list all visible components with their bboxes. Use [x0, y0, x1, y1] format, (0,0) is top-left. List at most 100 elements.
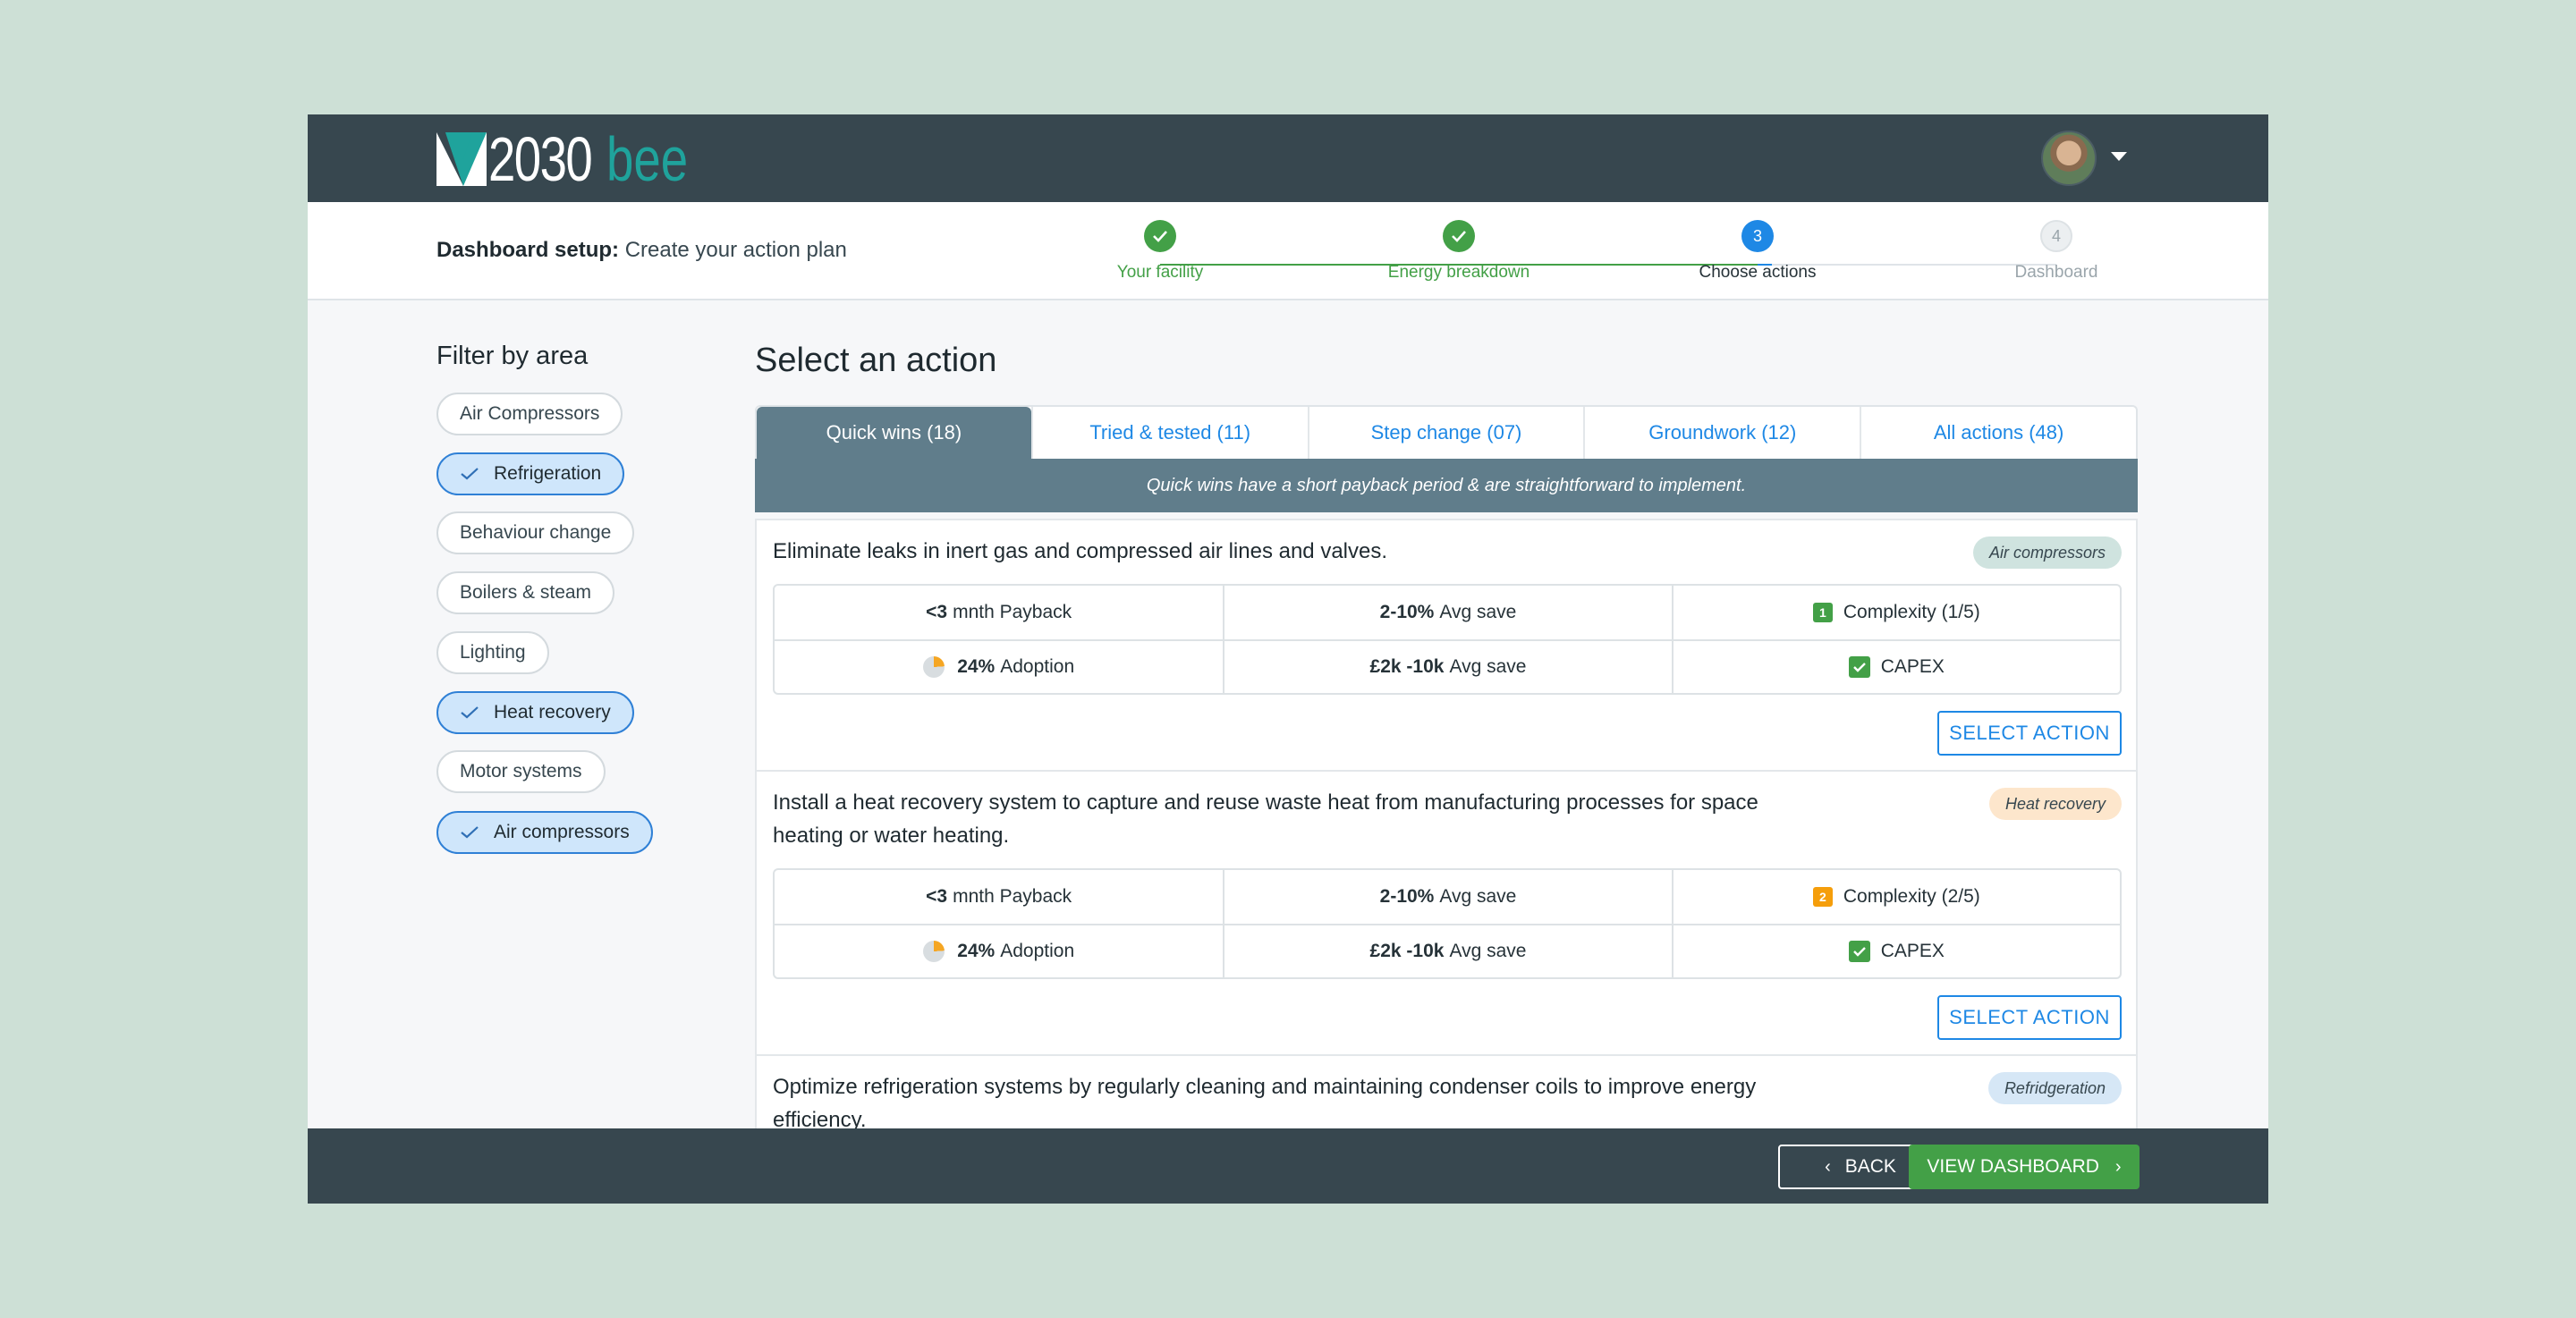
area-tag: Heat recovery [1988, 788, 2122, 820]
chevron-down-icon[interactable] [2111, 152, 2127, 161]
filter-chip-heat-recovery[interactable]: Heat recovery [436, 691, 634, 734]
select-action-button[interactable]: SELECT ACTION [1937, 711, 2122, 756]
filter-chip-lighting[interactable]: Lighting [436, 631, 549, 674]
complexity-badge: 1 [1812, 603, 1833, 622]
step-number: 4 [2040, 220, 2072, 252]
capex-metric: CAPEX [1671, 639, 2120, 693]
metric-value: 2-10% [1379, 602, 1435, 622]
action-title: Optimize refrigeration systems by regula… [773, 1075, 1757, 1132]
select-action-button[interactable]: SELECT ACTION [1937, 995, 2122, 1040]
filter-chip-behaviour-change[interactable]: Behaviour change [436, 511, 635, 554]
payback-metric: <3 mnth Payback [775, 586, 1223, 639]
check-icon [461, 706, 479, 719]
back-button-label: BACK [1844, 1156, 1896, 1177]
view-dashboard-button[interactable]: VIEW DASHBOARD › [1909, 1145, 2140, 1189]
metric-value: £2k -10k [1369, 656, 1445, 677]
setup-title: Dashboard setup: Create your action plan [436, 238, 847, 263]
card-footer: SELECT ACTION [757, 979, 2136, 1054]
metric-value: <3 [926, 602, 948, 622]
filter-chip-air-compressors[interactable]: Air Compressors [436, 393, 623, 435]
brand-number: 2030 [488, 124, 593, 194]
avg-save-money-metric: £2k -10k Avg save [1223, 924, 1672, 977]
chip-label: Behaviour change [460, 522, 612, 543]
view-dashboard-label: VIEW DASHBOARD [1927, 1156, 2099, 1177]
action-title: Install a heat recovery system to captur… [773, 790, 1758, 848]
setup-title-label: Dashboard setup: [436, 238, 620, 262]
metric-label: Avg save [1439, 602, 1517, 622]
metric-label: mnth Payback [953, 602, 1072, 622]
metric-value: £2k -10k [1369, 941, 1445, 961]
metric-label: mnth Payback [953, 886, 1072, 907]
filter-chip-air-compressors-2[interactable]: Air compressors [436, 811, 653, 854]
adoption-pie-icon [923, 941, 945, 962]
metric-value: <3 [926, 886, 948, 907]
chip-label: Boilers & steam [460, 582, 592, 603]
tab-groundwork[interactable]: Groundwork (12) [1583, 407, 1860, 459]
tab-quick-wins[interactable]: Quick wins (18) [757, 407, 1031, 459]
metric-label: Complexity (1/5) [1843, 602, 1980, 622]
step-label: Choose actions [1699, 263, 1817, 282]
step-your-facility[interactable]: Your facility [1071, 220, 1250, 283]
filter-chip-motor-systems[interactable]: Motor systems [436, 750, 606, 793]
capex-metric: CAPEX [1671, 924, 2120, 977]
top-bar: 2030 bee [308, 114, 2268, 202]
chip-label: Motor systems [460, 761, 582, 782]
tab-all-actions[interactable]: All actions (48) [1860, 407, 2136, 459]
avg-save-percent-metric: 2-10% Avg save [1223, 870, 1671, 924]
adoption-metric: 24% Adoption [775, 639, 1224, 693]
page-title: Select an action [755, 342, 997, 379]
avg-save-percent-metric: 2-10% Avg save [1223, 586, 1671, 639]
brand-logo[interactable]: 2030 bee [436, 124, 711, 194]
avg-save-money-metric: £2k -10k Avg save [1223, 639, 1672, 693]
metric-label: Avg save [1449, 656, 1527, 677]
chip-label: Lighting [460, 642, 526, 663]
tab-tried-tested[interactable]: Tried & tested (11) [1030, 407, 1308, 459]
action-card: Eliminate leaks in inert gas and compres… [755, 519, 2138, 772]
metric-value: 2-10% [1379, 886, 1435, 907]
filter-chip-boilers-steam[interactable]: Boilers & steam [436, 571, 615, 614]
adoption-metric: 24% Adoption [775, 924, 1224, 977]
step-label: Your facility [1116, 263, 1204, 282]
metric-value: 24% [957, 656, 996, 677]
payback-metric: <3 mnth Payback [775, 870, 1223, 924]
logo-mark-icon [436, 132, 487, 186]
chevron-left-icon: ‹ [1825, 1156, 1831, 1177]
step-energy-breakdown[interactable]: Energy breakdown [1369, 220, 1548, 283]
complexity-badge: 2 [1812, 887, 1833, 907]
chip-label: Air Compressors [460, 403, 600, 424]
metric-label: Avg save [1439, 886, 1517, 907]
action-metrics: <3 mnth Payback 2-10% Avg save 2 Complexity… [773, 868, 2122, 979]
brand-name: bee [606, 124, 689, 194]
step-choose-actions[interactable]: 3 Choose actions [1668, 220, 1847, 283]
filter-chip-refrigeration[interactable]: Refrigeration [436, 452, 625, 495]
step-dashboard[interactable]: 4 Dashboard [1967, 220, 2146, 283]
metric-label: CAPEX [1880, 656, 1945, 677]
app-window: 2030 bee Dashboard setup: Create your ac… [308, 114, 2268, 1204]
metric-label: Complexity (2/5) [1843, 886, 1980, 907]
step-label: Dashboard [2014, 263, 2098, 282]
action-metrics: <3 mnth Payback 2-10% Avg save 1 Complexity… [773, 584, 2122, 695]
action-card: Install a heat recovery system to captur… [755, 772, 2138, 1056]
check-icon [461, 826, 479, 839]
area-tag: Air compressors [1972, 536, 2122, 569]
user-avatar[interactable] [2041, 131, 2097, 186]
action-tabs: Quick wins (18) Tried & tested (11) Step… [755, 405, 2138, 459]
metric-label: CAPEX [1880, 941, 1945, 961]
check-icon [461, 468, 479, 480]
chip-label: Refrigeration [494, 463, 602, 484]
metric-label: Avg save [1449, 941, 1527, 961]
metric-value: 24% [957, 941, 996, 961]
checkbox-checked-icon [1848, 656, 1870, 678]
check-icon [1443, 220, 1475, 252]
metric-label: Adoption [1000, 656, 1075, 677]
setup-title-text: Create your action plan [619, 238, 847, 262]
complexity-metric: 1 Complexity (1/5) [1671, 586, 2120, 639]
complexity-metric: 2 Complexity (2/5) [1671, 870, 2120, 924]
chip-label: Heat recovery [494, 702, 611, 722]
action-list[interactable]: Eliminate leaks in inert gas and compres… [755, 519, 2138, 1204]
filter-title: Filter by area [436, 342, 589, 370]
step-label: Energy breakdown [1387, 263, 1530, 282]
tab-step-change[interactable]: Step change (07) [1307, 407, 1584, 459]
chip-label: Air compressors [494, 822, 630, 842]
check-icon [1144, 220, 1176, 252]
